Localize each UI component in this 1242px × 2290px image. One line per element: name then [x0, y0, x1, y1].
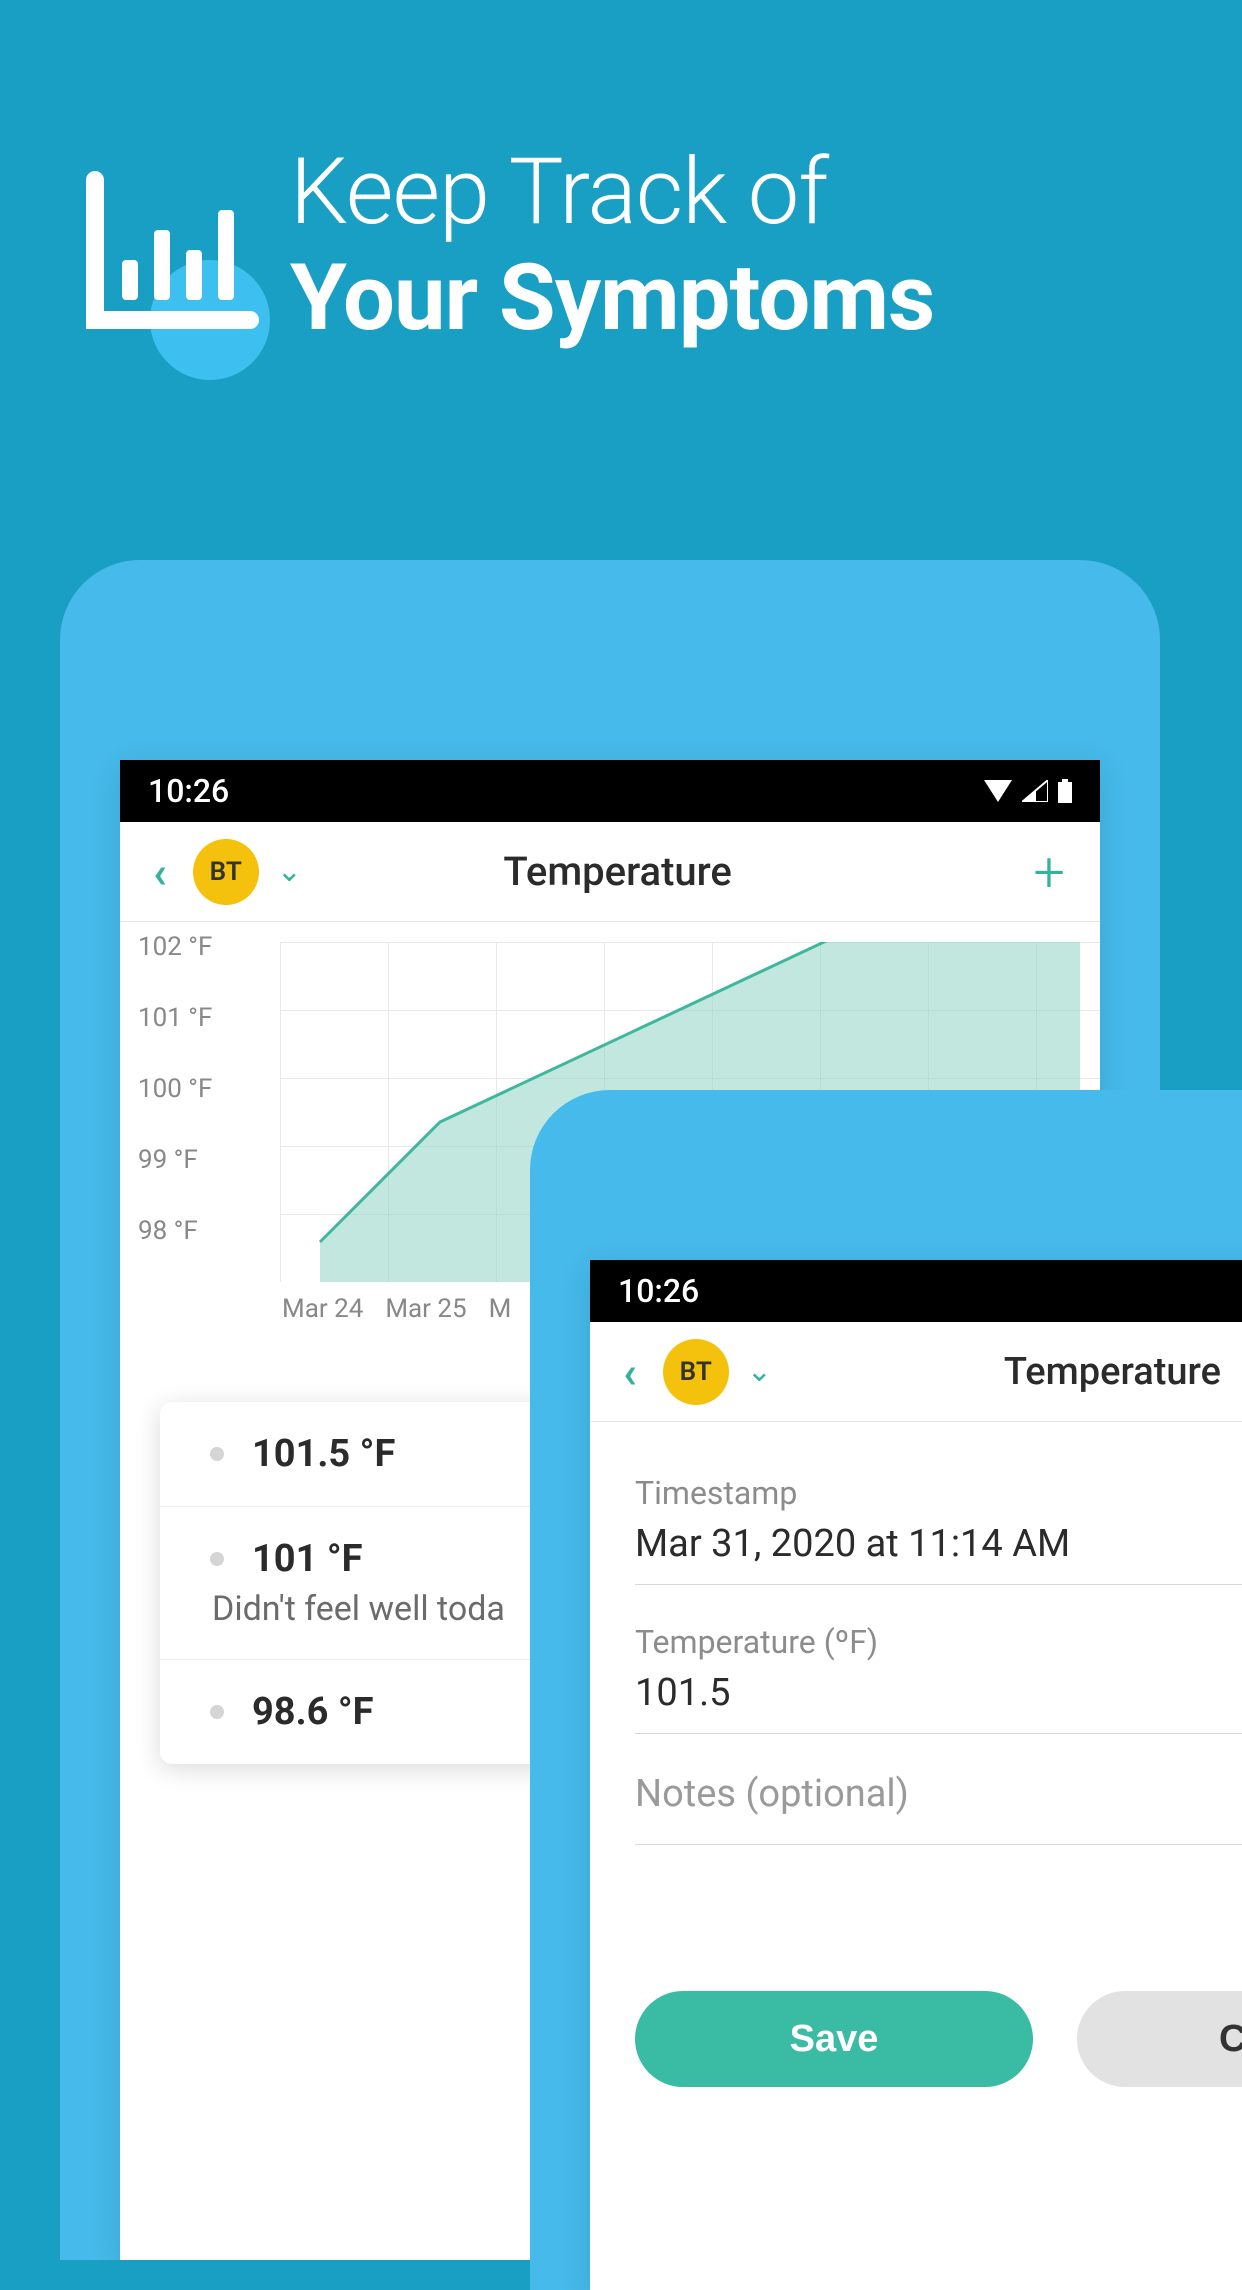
x-axis-labels: Mar 24 Mar 25 M: [282, 1294, 511, 1324]
entry-form: Timestamp Mar 31, 2020 at 11:14 AM Tempe…: [590, 1422, 1242, 2117]
x-tick: M: [489, 1294, 512, 1324]
y-axis-labels: 102 °F 101 °F 100 °F 99 °F 98 °F: [138, 932, 212, 1246]
entry-value: 101 °F: [252, 1537, 363, 1581]
add-button[interactable]: +: [1023, 839, 1075, 905]
y-tick: 98 °F: [138, 1216, 212, 1246]
bullet-icon: [210, 1705, 224, 1719]
y-tick: 102 °F: [138, 932, 212, 962]
entry-value: 98.6 °F: [252, 1690, 374, 1734]
field-placeholder: Notes (optional): [635, 1772, 1242, 1816]
wifi-icon: [984, 780, 1012, 802]
notes-field[interactable]: Notes (optional): [635, 1760, 1242, 1845]
hero-text: Keep Track of Your Symptoms: [290, 140, 934, 352]
nav-bar: ‹ BT ⌄ Temperature +: [120, 822, 1100, 922]
hero: Keep Track of Your Symptoms: [80, 140, 1182, 352]
screen-temperature-form: 10:26 ‹ BT ⌄ Temperature Timestamp Mar 3…: [590, 1260, 1242, 2290]
y-tick: 99 °F: [138, 1145, 212, 1175]
status-icons: [984, 779, 1072, 803]
field-label: Timestamp: [635, 1474, 1242, 1512]
back-button[interactable]: ‹: [615, 1336, 645, 1408]
bullet-icon: [210, 1552, 224, 1566]
back-button[interactable]: ‹: [145, 836, 175, 908]
bar-chart-icon: [80, 140, 290, 350]
signal-icon: [1022, 780, 1048, 802]
avatar[interactable]: BT: [663, 1339, 729, 1405]
entry-value: 101.5 °F: [252, 1432, 395, 1476]
bullet-icon: [210, 1447, 224, 1461]
page-title: Temperature: [230, 848, 1005, 895]
x-tick: Mar 25: [385, 1294, 466, 1324]
status-time: 10:26: [148, 772, 229, 810]
field-label: Temperature (ºF): [635, 1623, 1242, 1661]
y-tick: 100 °F: [138, 1074, 212, 1104]
status-time: 10:26: [618, 1272, 699, 1310]
save-button[interactable]: Save: [635, 1991, 1033, 2087]
phone-front: 10:26 ‹ BT ⌄ Temperature Timestamp Mar 3…: [530, 1090, 1242, 2290]
field-value: Mar 31, 2020 at 11:14 AM: [635, 1522, 1242, 1566]
hero-line-2: Your Symptoms: [290, 246, 934, 352]
field-value: 101.5: [635, 1671, 1242, 1715]
temperature-field[interactable]: Temperature (ºF) 101.5: [635, 1611, 1242, 1734]
battery-icon: [1058, 779, 1072, 803]
status-bar: 10:26: [120, 760, 1100, 822]
hero-line-1: Keep Track of: [290, 140, 934, 246]
button-row: Save Cance: [635, 1991, 1242, 2087]
status-bar: 10:26: [590, 1260, 1242, 1322]
y-tick: 101 °F: [138, 1003, 212, 1033]
x-tick: Mar 24: [282, 1294, 363, 1324]
page-title: Temperature: [730, 1350, 1242, 1394]
timestamp-field[interactable]: Timestamp Mar 31, 2020 at 11:14 AM: [635, 1462, 1242, 1585]
nav-bar: ‹ BT ⌄ Temperature: [590, 1322, 1242, 1422]
cancel-button[interactable]: Cance: [1077, 1991, 1242, 2087]
